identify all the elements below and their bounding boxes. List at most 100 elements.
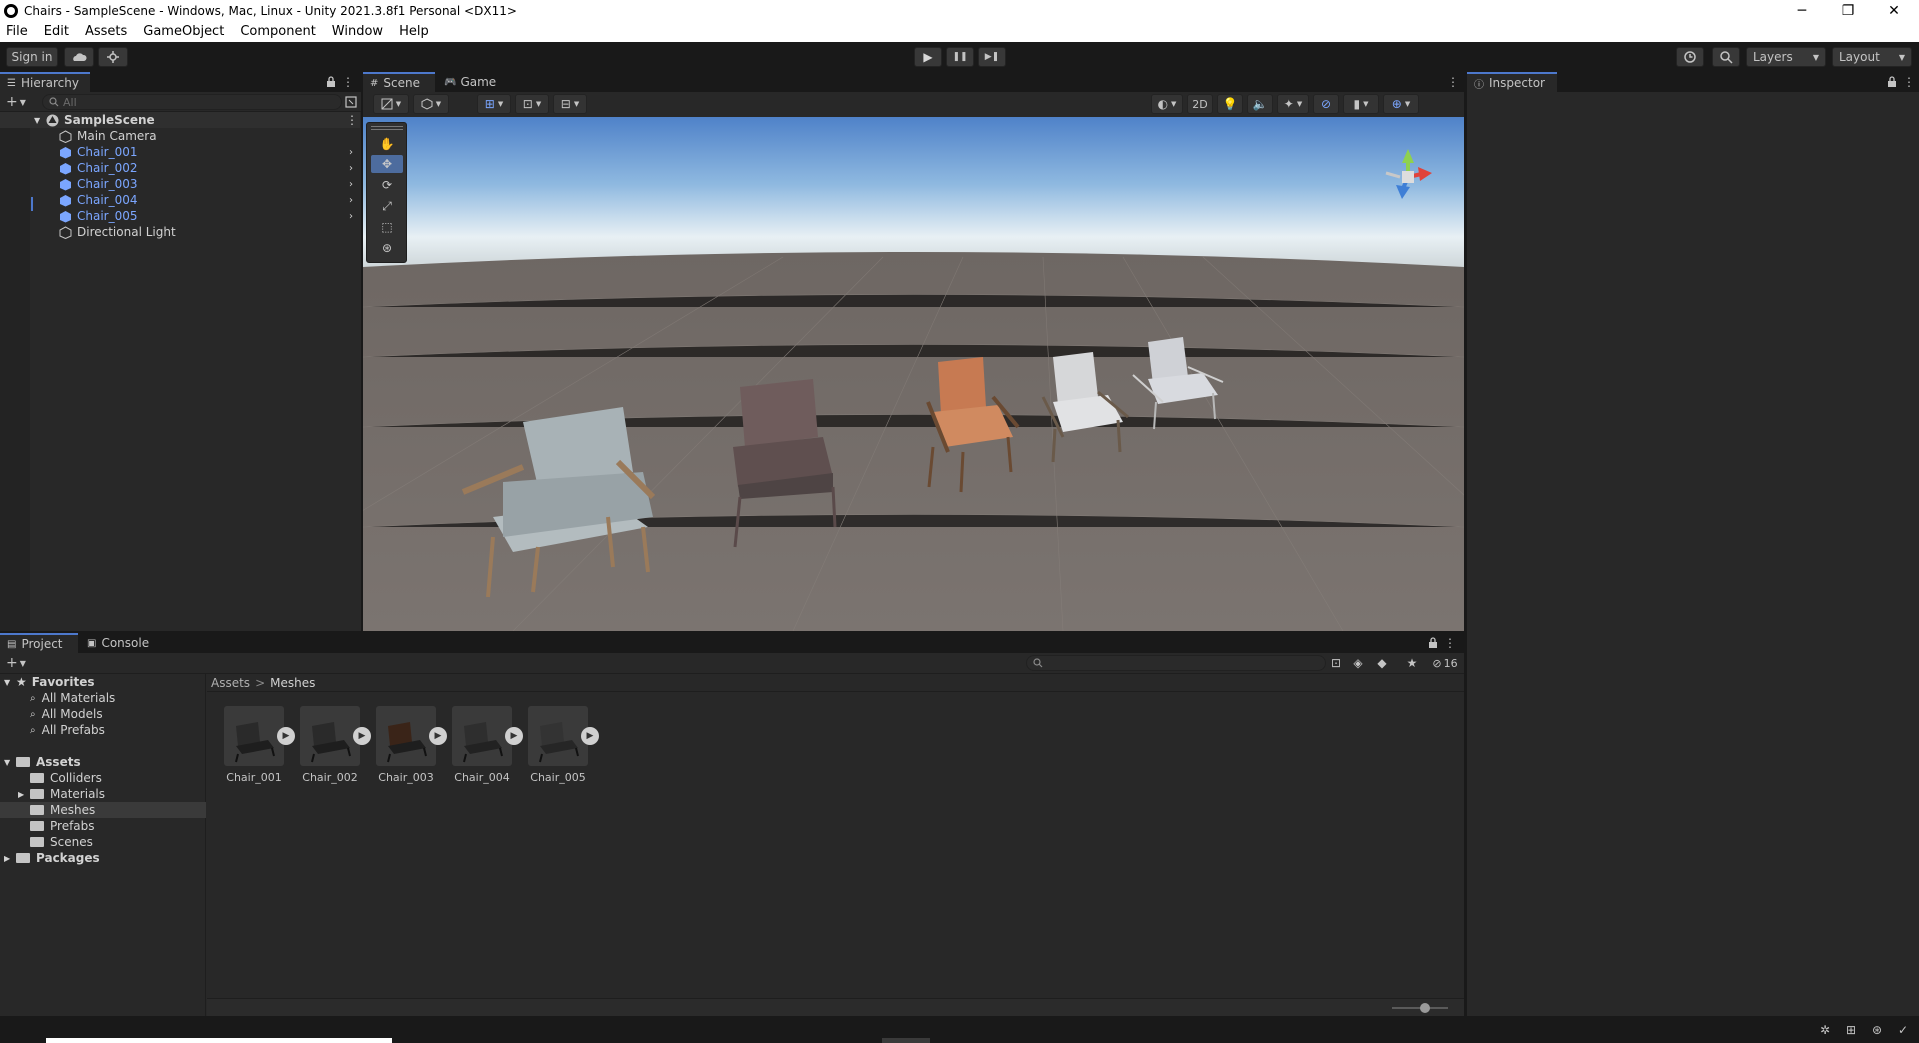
audio-toggle[interactable]: 🔈 xyxy=(1247,94,1273,114)
tree-folder-prefabs[interactable]: Prefabs xyxy=(30,818,95,834)
chevron-right-icon[interactable]: › xyxy=(349,147,353,158)
draw-mode-dropdown[interactable]: ▼ xyxy=(373,94,409,114)
grid-toggle[interactable]: ⊞ ▼ xyxy=(477,94,511,114)
hierarchy-item-chair-001[interactable]: Chair_001 › xyxy=(0,144,360,160)
cloud-button[interactable] xyxy=(64,47,94,67)
asset-thumbnail[interactable] xyxy=(300,706,360,766)
hierarchy-item-directional-light[interactable]: Directional Light xyxy=(0,224,360,240)
step-button[interactable]: ▶❚ xyxy=(978,47,1006,67)
menu-window[interactable]: Window xyxy=(324,24,391,39)
tree-fav-all-materials[interactable]: ⌕ All Materials xyxy=(30,690,115,706)
lock-icon[interactable] xyxy=(324,74,338,90)
minimize-button[interactable]: ─ xyxy=(1780,0,1824,21)
hidden-packages-toggle[interactable]: ⊘ 16 xyxy=(1428,655,1462,671)
tab-console[interactable]: ▣ Console xyxy=(80,633,162,653)
asset-thumbnail[interactable] xyxy=(224,706,284,766)
lock-icon[interactable] xyxy=(1885,74,1899,90)
drag-handle[interactable] xyxy=(371,126,403,130)
tree-favorites[interactable]: ▼ ★ Favorites xyxy=(4,674,94,690)
menu-gameobject[interactable]: GameObject xyxy=(135,24,232,39)
play-preview-icon[interactable]: ▶ xyxy=(505,727,523,745)
breadcrumb-assets[interactable]: Assets xyxy=(211,676,250,690)
render-mode-dropdown[interactable]: ◐ ▼ xyxy=(1151,94,1183,114)
kebab-menu-icon[interactable]: ⋮ xyxy=(1444,635,1456,651)
scene-search-icon[interactable] xyxy=(344,94,358,110)
effects-dropdown[interactable]: ✦ ▼ xyxy=(1277,94,1309,114)
play-button[interactable]: ▶ xyxy=(914,47,942,67)
search-button[interactable] xyxy=(1712,47,1740,67)
hierarchy-item-chair-003[interactable]: Chair_003 › xyxy=(0,176,360,192)
star-icon[interactable]: ★ xyxy=(1404,655,1420,671)
create-asset-button[interactable]: + ▼ xyxy=(4,655,28,671)
play-preview-icon[interactable]: ▶ xyxy=(353,727,371,745)
hierarchy-item-chair-002[interactable]: Chair_002 › xyxy=(0,160,360,176)
chevron-right-icon[interactable]: › xyxy=(349,195,353,206)
tree-fav-all-models[interactable]: ⌕ All Models xyxy=(30,706,103,722)
tab-scene[interactable]: # Scene xyxy=(363,72,435,92)
move-tool-button[interactable]: ✥ xyxy=(371,155,403,173)
tab-inspector[interactable]: ⓘ Inspector xyxy=(1467,72,1557,92)
layers-dropdown[interactable]: Layers ▼ xyxy=(1746,47,1826,67)
tree-folder-materials[interactable]: ▶ Materials xyxy=(18,786,105,802)
kebab-menu-icon[interactable]: ⋮ xyxy=(1903,74,1915,90)
debug-icon[interactable]: ⊛ xyxy=(1868,1022,1886,1038)
hand-tool-button[interactable]: ✋ xyxy=(371,135,403,153)
scene-row[interactable]: ▼ SampleScene ⋮ xyxy=(0,112,360,128)
menu-assets[interactable]: Assets xyxy=(77,24,135,39)
camera-dropdown[interactable]: ▮ ▼ xyxy=(1343,94,1379,114)
menu-component[interactable]: Component xyxy=(232,24,323,39)
pause-button[interactable]: ❚❚ xyxy=(946,47,974,67)
tree-packages[interactable]: ▶ Packages xyxy=(4,850,100,866)
snap-toggle[interactable]: ⊡ ▼ xyxy=(515,94,549,114)
add-object-button[interactable]: + ▼ xyxy=(4,94,28,110)
scene-viewport[interactable] xyxy=(363,117,1464,631)
tab-game[interactable]: 🎮 Game xyxy=(437,72,503,92)
breadcrumb-meshes[interactable]: Meshes xyxy=(270,676,315,690)
asset-thumbnail[interactable] xyxy=(452,706,512,766)
search-by-scene-icon[interactable]: ⊡ xyxy=(1328,655,1344,671)
filter-by-label-icon[interactable]: ◆ xyxy=(1374,655,1390,671)
toggle-2d-button[interactable]: 2D xyxy=(1187,94,1213,114)
hierarchy-item-chair-005[interactable]: Chair_005 › xyxy=(0,208,360,224)
kebab-menu-icon[interactable]: ⋮ xyxy=(342,74,354,90)
play-preview-icon[interactable]: ▶ xyxy=(429,727,447,745)
tree-fav-all-prefabs[interactable]: ⌕ All Prefabs xyxy=(30,722,105,738)
chevron-right-icon[interactable]: › xyxy=(349,163,353,174)
chevron-right-icon[interactable]: › xyxy=(349,211,353,222)
play-preview-icon[interactable]: ▶ xyxy=(581,727,599,745)
menu-file[interactable]: File xyxy=(0,24,36,39)
collab-button[interactable] xyxy=(98,47,128,67)
asset-thumbnail[interactable] xyxy=(528,706,588,766)
layout-dropdown[interactable]: Layout ▼ xyxy=(1832,47,1912,67)
hierarchy-search-input[interactable]: All xyxy=(42,94,342,110)
zoom-slider-handle[interactable] xyxy=(1420,1003,1430,1013)
transform-tool-button[interactable]: ⊛ xyxy=(371,239,403,257)
tree-folder-meshes[interactable]: Meshes xyxy=(30,802,95,818)
lock-icon[interactable] xyxy=(1426,635,1440,651)
bug-icon[interactable]: ✲ xyxy=(1816,1022,1834,1038)
increment-snap-toggle[interactable]: ⊟ ▼ xyxy=(553,94,587,114)
scale-tool-button[interactable]: ⤢ xyxy=(371,197,403,215)
close-button[interactable]: ✕ xyxy=(1872,0,1916,21)
hidden-objects-toggle[interactable]: ⊘ xyxy=(1313,94,1339,114)
tree-folder-colliders[interactable]: Colliders xyxy=(30,770,102,786)
play-preview-icon[interactable]: ▶ xyxy=(277,727,295,745)
check-icon[interactable]: ✓ xyxy=(1894,1022,1912,1038)
lighting-toggle[interactable]: 💡 xyxy=(1217,94,1243,114)
tree-folder-scenes[interactable]: Scenes xyxy=(30,834,93,850)
tree-assets[interactable]: ▼ Assets xyxy=(4,754,81,770)
rect-tool-button[interactable]: ⬚ xyxy=(371,218,403,236)
project-search-input[interactable] xyxy=(1026,655,1326,671)
filter-by-type-icon[interactable]: ◈ xyxy=(1350,655,1366,671)
gizmos-dropdown[interactable]: ⊕ ▼ xyxy=(1383,94,1419,114)
shading-dropdown[interactable]: ▼ xyxy=(413,94,449,114)
kebab-menu-icon[interactable]: ⋮ xyxy=(346,113,358,127)
rotate-tool-button[interactable]: ⟳ xyxy=(371,176,403,194)
hierarchy-item-chair-004[interactable]: Chair_004 › xyxy=(0,192,360,208)
tab-project[interactable]: ▤ Project xyxy=(0,633,78,653)
network-icon[interactable]: ⊞ xyxy=(1842,1022,1860,1038)
maximize-button[interactable]: ❐ xyxy=(1826,0,1870,21)
menu-help[interactable]: Help xyxy=(391,24,437,39)
menu-edit[interactable]: Edit xyxy=(36,24,77,39)
kebab-menu-icon[interactable]: ⋮ xyxy=(1447,74,1459,90)
